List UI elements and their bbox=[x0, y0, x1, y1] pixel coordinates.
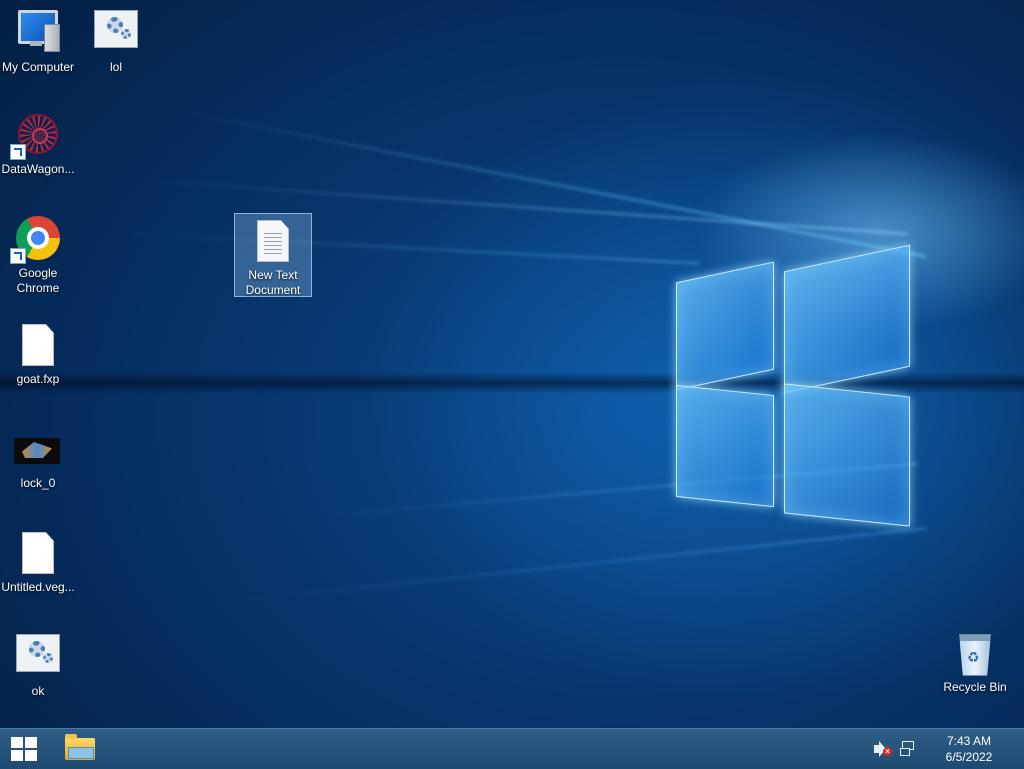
start-button[interactable] bbox=[0, 729, 48, 769]
desktop-icon-lol[interactable]: lol bbox=[78, 10, 154, 75]
taskbar: × 7:43 AM 6/5/2022 bbox=[0, 728, 1024, 769]
text-file-icon bbox=[249, 218, 297, 266]
network-icon[interactable] bbox=[900, 741, 916, 757]
desktop[interactable]: My Computer lol DataWagon... New Text Do… bbox=[0, 0, 1024, 728]
desktop-icon-label: Untitled.veg... bbox=[1, 580, 75, 594]
desktop-icon-label: Recycle Bin bbox=[943, 680, 1007, 694]
file-explorer-icon bbox=[65, 734, 95, 760]
wallpaper-light-beam bbox=[119, 232, 700, 265]
shortcut-arrow-icon bbox=[10, 144, 26, 160]
desktop-icon-untitled-veg[interactable]: Untitled.veg... bbox=[0, 530, 76, 595]
image-thumbnail-icon bbox=[14, 426, 62, 474]
shortcut-arrow-icon bbox=[10, 248, 26, 264]
blank-file-icon bbox=[14, 322, 62, 370]
computer-icon bbox=[14, 10, 62, 58]
taskbar-file-explorer-button[interactable] bbox=[56, 731, 104, 767]
desktop-icon-datawagon[interactable]: DataWagon... bbox=[0, 112, 76, 177]
chrome-icon bbox=[10, 216, 62, 264]
desktop-icon-ok[interactable]: ok bbox=[0, 634, 76, 699]
datawagon-app-icon bbox=[10, 112, 62, 160]
recycle-bin-icon bbox=[951, 630, 999, 678]
desktop-icon-label: lock_0 bbox=[20, 476, 56, 490]
desktop-icon-my-computer[interactable]: My Computer bbox=[0, 10, 76, 75]
blank-file-icon bbox=[14, 530, 62, 578]
clock-date: 6/5/2022 bbox=[945, 750, 993, 764]
clock-time: 7:43 AM bbox=[946, 734, 992, 748]
desktop-icon-goat-fxp[interactable]: goat.fxp bbox=[0, 322, 76, 387]
settings-file-icon bbox=[92, 10, 140, 58]
desktop-icon-label: DataWagon... bbox=[1, 162, 75, 176]
desktop-icon-label: Google Chrome bbox=[16, 266, 60, 295]
taskbar-clock[interactable]: 7:43 AM 6/5/2022 bbox=[934, 733, 1004, 765]
wallpaper-windows-logo bbox=[676, 232, 910, 548]
desktop-icon-label: New Text Document bbox=[245, 268, 301, 297]
desktop-icon-label: lol bbox=[109, 60, 122, 74]
desktop-icon-label: My Computer bbox=[1, 60, 75, 74]
desktop-icon-google-chrome[interactable]: Google Chrome bbox=[0, 216, 76, 296]
settings-file-icon bbox=[14, 634, 62, 682]
desktop-icon-recycle-bin[interactable]: Recycle Bin bbox=[937, 630, 1013, 695]
windows-logo-icon bbox=[11, 737, 37, 761]
desktop-icon-new-text-document[interactable]: New Text Document bbox=[234, 213, 312, 297]
desktop-icon-lock-0[interactable]: lock_0 bbox=[0, 426, 76, 491]
volume-muted-icon[interactable]: × bbox=[874, 741, 892, 757]
desktop-icon-label: goat.fxp bbox=[16, 372, 60, 386]
desktop-icon-label: ok bbox=[31, 684, 45, 698]
